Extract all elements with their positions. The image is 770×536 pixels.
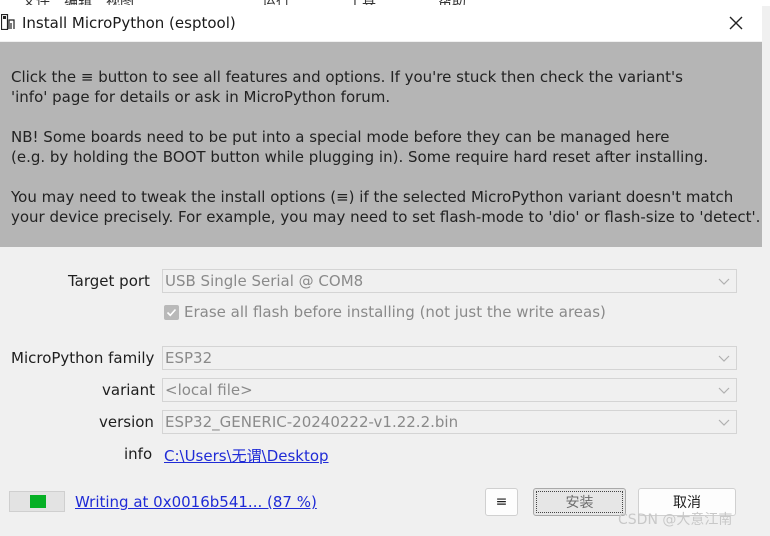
progress-bar (9, 491, 65, 512)
chevron-down-icon (718, 419, 730, 426)
close-button[interactable] (720, 9, 752, 37)
install-dialog: Install MicroPython (esptool) Click the … (0, 5, 762, 536)
target-port-select[interactable]: USB Single Serial @ COM8 (162, 269, 737, 293)
variant-select[interactable]: <local file> (162, 378, 737, 402)
instructions-panel: Click the ≡ button to see all features a… (0, 42, 762, 247)
options-menu-button[interactable]: ≡ (485, 488, 518, 516)
info-path-link[interactable]: C:\Users\无谓\Desktop (164, 445, 329, 466)
instruction-line: NB! Some boards need to be put into a sp… (11, 128, 670, 146)
variant-value: <local file> (165, 381, 253, 399)
erase-flash-label: Erase all flash before installing (not j… (184, 303, 606, 321)
chevron-down-icon (718, 278, 730, 285)
status-link[interactable]: Writing at 0x0016b541... (87 %) (75, 493, 317, 511)
info-label: info (124, 445, 153, 463)
instruction-line: 'info' page for details or ask in MicroP… (11, 88, 391, 106)
close-icon (729, 16, 743, 30)
instruction-line: You may need to tweak the install option… (11, 188, 734, 206)
instruction-paragraph: Click the ≡ button to see all features a… (11, 67, 762, 107)
progress-bar-fill (30, 495, 46, 508)
instruction-line: your device precisely. For example, you … (11, 208, 761, 226)
target-port-value: USB Single Serial @ COM8 (165, 272, 364, 290)
instruction-line: (e.g. by holding the BOOT button while p… (11, 148, 709, 166)
thonny-app-icon (1, 14, 15, 30)
family-value: ESP32 (165, 349, 213, 367)
instruction-paragraph: NB! Some boards need to be put into a sp… (11, 127, 762, 167)
focus-ring (536, 491, 623, 513)
version-select[interactable]: ESP32_GENERIC-20240222-v1.22.2.bin (162, 410, 737, 434)
instruction-line: Click the ≡ button to see all features a… (11, 68, 683, 86)
variant-label: variant (102, 381, 155, 399)
watermark: CSDN @大意江南 (618, 512, 733, 528)
instruction-paragraph: You may need to tweak the install option… (11, 187, 762, 227)
chevron-down-icon (718, 387, 730, 394)
checkmark-icon (166, 308, 177, 317)
version-label: version (99, 413, 154, 431)
erase-flash-checkbox[interactable] (164, 305, 179, 320)
chevron-down-icon (718, 355, 730, 362)
target-port-label: Target port (68, 272, 150, 290)
version-value: ESP32_GENERIC-20240222-v1.22.2.bin (165, 413, 459, 431)
hamburger-menu-icon: ≡ (495, 494, 508, 510)
family-select[interactable]: ESP32 (162, 346, 737, 370)
dialog-title: Install MicroPython (esptool) (22, 14, 236, 32)
install-button[interactable]: 安装 (533, 488, 626, 516)
family-label: MicroPython family (11, 349, 155, 367)
dialog-titlebar[interactable]: Install MicroPython (esptool) (0, 5, 762, 41)
